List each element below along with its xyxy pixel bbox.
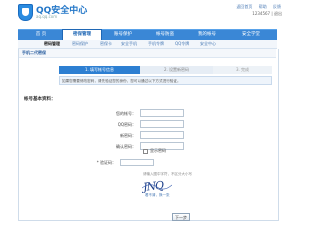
new-password-input[interactable]: [140, 131, 184, 139]
section-title: 手机二代密保: [22, 50, 46, 55]
show-password-label: 显示密码: [150, 148, 166, 153]
captcha-image[interactable]: JNQ: [140, 178, 173, 194]
step-3: 3. 完成: [213, 66, 272, 74]
step-2: 2. 设置新密码: [140, 66, 213, 74]
section-header: 手机二代密保: [19, 49, 276, 58]
label-new-password: 新密码：: [120, 133, 136, 138]
top-link-home[interactable]: 返回首页: [236, 4, 252, 9]
nav-home[interactable]: 首 页: [22, 30, 60, 40]
subnav-phone-token[interactable]: 手机令牌: [148, 40, 164, 48]
top-link-help[interactable]: 帮助: [259, 4, 267, 9]
nav-security-school[interactable]: 安全学堂: [230, 30, 272, 40]
captcha-input[interactable]: [120, 159, 154, 166]
brand-subtitle: aq.qq.com: [36, 14, 58, 19]
subnav-password[interactable]: 密码管理: [44, 40, 60, 48]
subnav-protection[interactable]: 密码保护: [72, 40, 88, 48]
subnav-card[interactable]: 密保卡: [100, 40, 112, 48]
subnav-qq-token[interactable]: QQ令牌: [175, 40, 189, 48]
label-qq-password: QQ密码：: [117, 122, 136, 127]
nav-account-protection[interactable]: 账号保护: [104, 30, 142, 40]
qq-password-input[interactable]: [140, 120, 184, 128]
label-account: 您的帐号：: [116, 111, 136, 116]
qq-security-logo[interactable]: QQ安全中心 aq.qq.com: [18, 3, 113, 31]
nav-anti-theft[interactable]: 帐号防盗: [146, 30, 184, 40]
refresh-captcha-link[interactable]: 看不清，换一张: [145, 193, 170, 198]
label-captcha: * 验证码：: [96, 160, 116, 165]
top-link-feedback[interactable]: 反馈: [273, 4, 281, 9]
step-1: 1. 填写帐号信息: [59, 66, 140, 74]
account-input[interactable]: [140, 109, 184, 117]
user-bar[interactable]: 1234567 | 退出: [252, 11, 282, 17]
shield-icon: [18, 4, 33, 21]
form-title: 帐号基本资料：: [24, 97, 56, 102]
notice-box: 如果您需要修改密码，请先验证您的身份，您可以通过以下方式进行验证。: [59, 76, 272, 85]
top-links: 返回首页 帮助 反馈: [231, 4, 281, 10]
progress-steps: 1. 填写帐号信息 2. 设置新密码 3. 完成: [59, 66, 272, 74]
next-button[interactable]: 下一步: [172, 213, 190, 221]
show-password-checkbox[interactable]: [143, 149, 148, 154]
captcha-hint: 请输入图中字符，不区分大小写: [143, 172, 192, 176]
sub-nav: 密码管理 密码保护 密保卡 安全手机 手机令牌 QQ令牌 安全中心: [18, 40, 277, 49]
nav-my-account[interactable]: 我的帐号: [188, 30, 226, 40]
subnav-security-center[interactable]: 安全中心: [200, 40, 216, 48]
subnav-phone[interactable]: 安全手机: [121, 40, 137, 48]
label-confirm-password: 确认密码：: [116, 144, 136, 149]
